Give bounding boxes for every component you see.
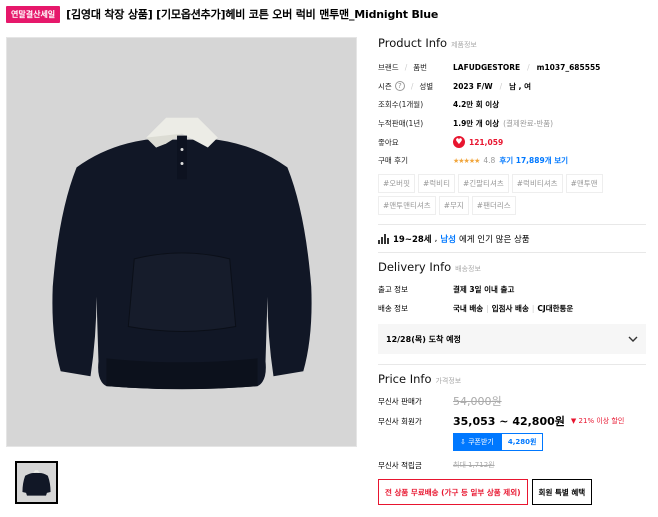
season-row: 시즌? / 성별 2023 F/W / 남 , 여 — [378, 81, 532, 92]
member-price-label: 무신사 회원가 — [378, 416, 422, 426]
shipping-row: 배송 정보 국내 배송 | 입점사 배송 | CJ대한통운 — [378, 304, 574, 314]
gender-value: 남 , 여 — [509, 81, 532, 91]
section-subtitle: 제품정보 — [451, 41, 477, 49]
brand-link[interactable]: LAFUDGESTORE — [453, 63, 520, 72]
shipping-2: 입점사 배송 — [491, 304, 529, 314]
review-link[interactable]: 후기 17,889개 보기 — [499, 155, 568, 166]
sale-badge: 연말결산세일 — [6, 5, 61, 23]
bar-chart-icon — [378, 233, 389, 244]
discount-rate: 21% 이상 할인 — [578, 417, 625, 426]
rating-value: 4.8 — [483, 156, 496, 166]
member-benefit-button[interactable]: 회원 특별 혜택 — [531, 479, 593, 506]
tag[interactable]: #럭비티셔츠 — [511, 174, 563, 194]
musinsa-price-label: 무신사 판매가 — [378, 396, 422, 406]
tag[interactable]: #팬더리스 — [471, 196, 516, 216]
section-subtitle: 가격정보 — [435, 377, 462, 386]
sweatshirt-thumb — [17, 463, 56, 502]
product-info-heading: Product Info 제품정보 — [378, 36, 648, 50]
tag[interactable]: #무지 — [438, 196, 469, 216]
chevron-down-icon — [628, 336, 638, 343]
popular-text: 에게 인기 많은 상품 — [458, 234, 530, 245]
product-thumbnail[interactable] — [15, 461, 58, 504]
popular-age: 19~28세 — [393, 234, 432, 245]
delivery-info-heading: Delivery Info 배송정보 — [378, 260, 648, 274]
tag[interactable]: #긴팔티셔츠 — [457, 174, 509, 194]
arrival-text: 12/28(목) 도착 예정 — [386, 334, 461, 344]
views-value: 4.2만 회 이상 — [453, 100, 500, 110]
coupon-button-label: 쿠폰받기 — [468, 438, 494, 447]
section-title: Price Info — [378, 372, 432, 387]
star-rating-icon: ★★★★★ — [453, 156, 480, 165]
brand-row: 브랜드 / 품번 LAFUDGESTORE / m1037_685555 — [378, 62, 601, 72]
musinsa-price-row: 무신사 판매가 54,000원 — [378, 391, 648, 411]
section-title: Product Info — [378, 36, 448, 50]
product-title: [김영대 착장 상품] [기모옵션추가]헤비 코튼 오버 럭비 맨투맨_Midn… — [66, 8, 439, 21]
member-price-row: 무신사 회원가 35,053 ~ 42,800원 ▼ 21% 이상 할인 — [378, 411, 648, 431]
coupon-group: ⇩ 쿠폰받기 4,280원 — [453, 433, 648, 452]
tag[interactable]: #오버핏 — [378, 174, 415, 194]
season-value: 2023 F/W — [453, 81, 493, 91]
release-label: 출고 정보 — [378, 285, 408, 295]
arrival-dropdown[interactable]: 12/28(목) 도착 예정 — [378, 324, 646, 355]
tag[interactable]: #맨투맨 — [565, 174, 603, 194]
gender-label: 성별 — [419, 81, 434, 91]
coupon-button[interactable]: ⇩ 쿠폰받기 — [453, 433, 501, 452]
section-subtitle: 배송정보 — [455, 265, 481, 274]
popular-gender: 남성 — [440, 234, 456, 245]
point-label: 무신사 적립금 — [378, 460, 422, 470]
shipping-1: 국내 배송 — [453, 304, 484, 314]
tag-list: #오버핏 #럭비티 #긴팔티셔츠 #럭비티셔츠 #맨투맨 #맨투맨티셔츠 #무지… — [378, 174, 646, 216]
point-row: 무신사 적립금 최대 1,712원 — [378, 455, 648, 475]
price-info-heading: Price Info 가격정보 — [378, 372, 648, 386]
shipping-label: 배송 정보 — [378, 304, 408, 314]
down-arrow-icon: ▼ — [570, 417, 577, 426]
product-main-image[interactable] — [6, 37, 357, 447]
shipping-3: CJ대한통운 — [537, 304, 574, 314]
likes-label: 좋아요 — [378, 137, 399, 147]
heart-icon[interactable]: ♥ — [453, 136, 465, 149]
section-title: Delivery Info — [378, 260, 452, 275]
views-label: 조회수(1개월) — [378, 100, 424, 110]
sales-label: 누적판매(1년) — [378, 118, 424, 128]
review-row: 구매 후기 ★★★★★ 4.8 후기 17,889개 보기 — [378, 151, 648, 170]
likes-count: 121,059 — [469, 137, 504, 147]
release-row: 출고 정보 결제 3일 이내 출고 — [378, 280, 648, 299]
code-label: 품번 — [413, 62, 428, 72]
download-icon: ⇩ — [460, 438, 466, 447]
sweatshirt-image — [7, 38, 356, 446]
likes-row: 좋아요 ♥ 121,059 — [378, 133, 648, 152]
sales-row: 누적판매(1년) 1.9만 개 이상 (결제완료-반품) — [378, 114, 648, 133]
brand-label: 브랜드 — [378, 62, 399, 72]
views-row: 조회수(1개월) 4.2만 회 이상 — [378, 95, 648, 114]
product-code: m1037_685555 — [536, 62, 601, 72]
tag[interactable]: #럭비티 — [417, 174, 455, 194]
point-value: 최대 1,712원 — [453, 461, 495, 470]
product-info-panel: Product Info 제품정보 브랜드 / 품번 LAFUDGESTORE / m1… — [378, 36, 648, 506]
coupon-value: 4,280원 — [500, 433, 544, 452]
member-price: 35,053 ~ 42,800원 — [453, 415, 565, 429]
promo-row: 전 상품 무료배송 (가구 등 일부 상품 제외) 회원 특별 혜택 — [378, 479, 648, 506]
popular-comma: , — [434, 233, 438, 244]
original-price: 54,000원 — [453, 395, 502, 409]
review-label: 구매 후기 — [378, 156, 408, 166]
release-value: 결제 3일 이내 출고 — [453, 285, 515, 295]
free-shipping-button[interactable]: 전 상품 무료배송 (가구 등 일부 상품 제외) — [378, 479, 528, 506]
tag[interactable]: #맨투맨티셔츠 — [378, 196, 436, 216]
product-title-bar: 연말결산세일 [김영대 착장 상품] [기모옵션추가]헤비 코튼 오버 럭비 맨… — [6, 4, 652, 24]
help-icon[interactable]: ? — [394, 81, 405, 92]
season-label: 시즌 — [378, 81, 392, 91]
sales-value: 1.9만 개 이상 — [453, 118, 500, 128]
sales-note: (결제완료-반품) — [503, 118, 554, 128]
popular-banner: 19~28세, 남성 에게 인기 많은 상품 — [378, 225, 648, 252]
